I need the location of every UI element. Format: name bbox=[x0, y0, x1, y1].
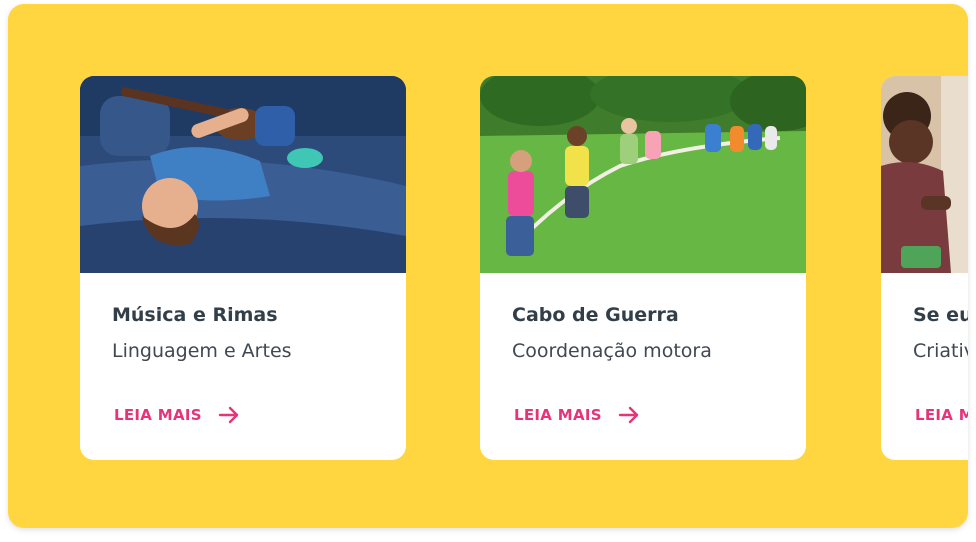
child-toys-photo bbox=[881, 76, 968, 273]
read-more-link[interactable]: LEIA MAIS bbox=[114, 402, 240, 428]
card-image-child-ukulele[interactable] bbox=[80, 76, 406, 273]
arrow-right-icon bbox=[218, 406, 240, 424]
card-subtitle: Coordenação motora bbox=[512, 340, 712, 362]
card-subtitle: Linguagem e Artes bbox=[112, 340, 292, 362]
read-more-label: LEIA M bbox=[915, 406, 968, 424]
child-ukulele-photo bbox=[80, 76, 406, 273]
activity-card-musica-e-rimas[interactable]: Música e Rimas Linguagem e Artes LEIA MA… bbox=[80, 76, 406, 460]
read-more-label: LEIA MAIS bbox=[114, 406, 202, 424]
card-title: Música e Rimas bbox=[112, 304, 278, 326]
activity-card-cabo-de-guerra[interactable]: Cabo de Guerra Coordenação motora LEIA M… bbox=[480, 76, 806, 460]
card-title: Cabo de Guerra bbox=[512, 304, 679, 326]
tug-of-war-photo bbox=[480, 76, 806, 273]
activities-carousel: Música e Rimas Linguagem e Artes LEIA MA… bbox=[8, 4, 968, 528]
read-more-label: LEIA MAIS bbox=[514, 406, 602, 424]
card-image-child-toys[interactable] bbox=[881, 76, 968, 273]
read-more-link[interactable]: LEIA MAIS bbox=[514, 402, 640, 428]
arrow-right-icon bbox=[618, 406, 640, 424]
card-title: Se eu bbox=[913, 304, 968, 326]
activity-card-se-eu[interactable]: Se eu Criativ LEIA M bbox=[881, 76, 968, 460]
card-subtitle: Criativ bbox=[913, 340, 968, 362]
card-image-tug-of-war[interactable] bbox=[480, 76, 806, 273]
read-more-link[interactable]: LEIA M bbox=[915, 402, 968, 428]
